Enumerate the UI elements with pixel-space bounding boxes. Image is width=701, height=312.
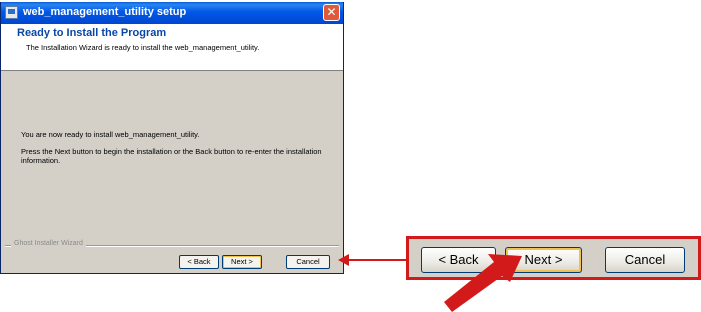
installer-brand-label: Ghost Installer Wizard — [11, 240, 86, 247]
ready-message: You are now ready to install web_managem… — [21, 130, 200, 139]
close-icon[interactable]: ✕ — [323, 4, 340, 21]
left-arrow-icon — [338, 254, 349, 266]
instruction-message: Press the Next button to begin the insta… — [21, 147, 322, 165]
pointer-arrow-icon — [444, 254, 522, 312]
window-title: web_management_utility setup — [23, 6, 187, 18]
wizard-header: Ready to Install the Program The Install… — [1, 24, 343, 71]
header-title: Ready to Install the Program — [17, 27, 167, 39]
callout-arrow-line — [348, 259, 406, 261]
next-button[interactable]: Next > — [222, 255, 262, 269]
title-bar[interactable]: web_management_utility setup ✕ — [1, 2, 343, 24]
cancel-button[interactable]: Cancel — [286, 255, 330, 269]
setup-wizard-window: web_management_utility setup ✕ Ready to … — [0, 2, 344, 274]
zoom-cancel-button[interactable]: Cancel — [605, 247, 685, 273]
back-button[interactable]: < Back — [179, 255, 219, 269]
header-subtitle: The Installation Wizard is ready to inst… — [26, 43, 260, 52]
setup-app-icon — [5, 6, 18, 19]
